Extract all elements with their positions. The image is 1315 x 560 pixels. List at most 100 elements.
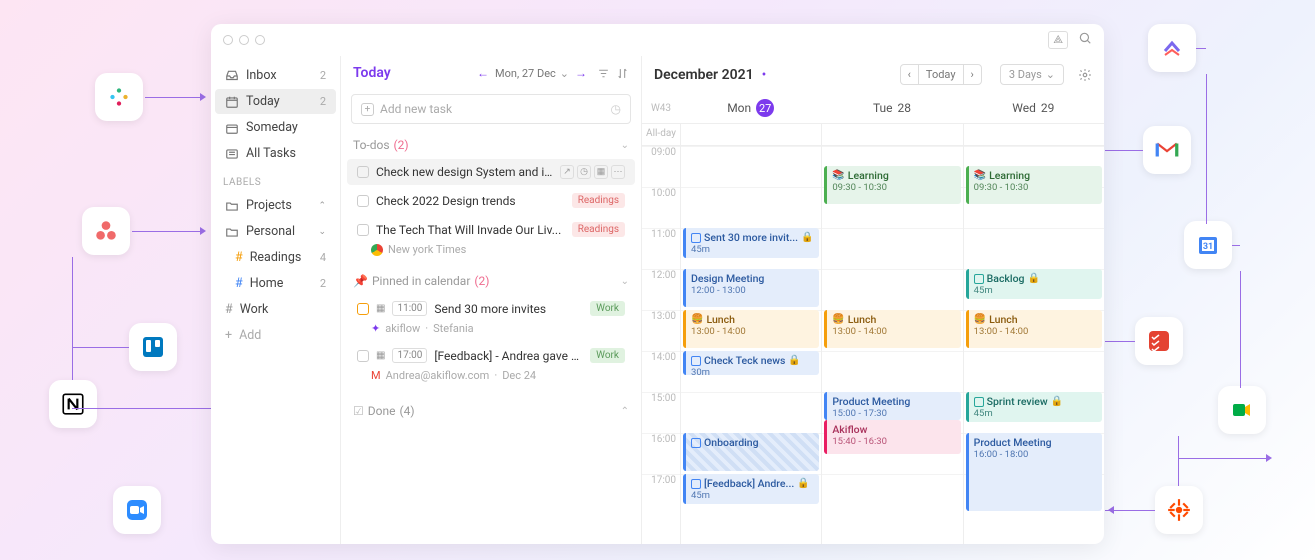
event[interactable]: Sprint review🔒 45m [966,392,1102,422]
event[interactable]: 📚Learning 09:30 - 10:30 [966,166,1102,204]
alltasks-icon [225,147,239,161]
task-row[interactable]: ▦ 17:00 [Feedback] - Andrea gave you his… [347,342,635,369]
home-label: Home [250,276,284,291]
sidebar-inbox[interactable]: Inbox 2 [215,63,336,88]
task-text: Send 30 more invites [434,302,583,316]
hour-label: 10:00 [642,187,680,228]
task-badge: Readings [572,193,625,208]
gear-icon[interactable] [1078,68,1092,82]
event[interactable]: Check Teck news🔒 30m [683,351,819,375]
sidebar-readings[interactable]: # Readings 4 [215,245,336,270]
task-row[interactable]: ▦ 11:00 Send 30 more invites Work [347,295,635,322]
day-column-mon[interactable]: Sent 30 more invit...🔒 45m Design Meetin… [680,146,821,544]
today-label: Today [246,94,280,109]
task-row[interactable]: Check 2022 Design trends Readings [347,187,635,214]
event[interactable]: Akiflow 15:40 - 16:30 [824,420,960,454]
tasks-title: Today [353,65,467,81]
prev-day[interactable]: ← [475,64,491,82]
sidebar-add[interactable]: + Add [215,323,336,348]
window-maximize[interactable] [255,35,265,45]
sidebar-today[interactable]: Today 2 [215,89,336,114]
folder-icon [225,199,239,213]
event[interactable]: Backlog🔒 45m [966,269,1102,299]
sidebar-alltasks[interactable]: All Tasks [215,141,336,166]
add-task-input[interactable]: + Add new task ◷ [351,94,631,124]
day-header[interactable]: Wed 29 [963,99,1104,117]
meet-icon [1218,386,1266,434]
task-text: [Feedback] - Andrea gave you his fee... [434,349,583,363]
plus-icon: + [225,328,232,343]
section-todos[interactable]: To-dos (2) ⌄ [341,132,641,158]
done-label: Done [368,404,396,418]
pinned-label: Pinned in calendar [372,274,470,288]
task-checkbox[interactable] [357,303,369,315]
window-minimize[interactable] [239,35,249,45]
day-header[interactable]: Mon 27 [680,99,821,117]
folder-icon [225,225,239,239]
cal-today-btn[interactable]: Today [919,64,963,85]
clock-icon[interactable]: ◷ [577,165,591,179]
event[interactable]: Design Meeting 12:00 - 13:00 [683,269,819,307]
sidebar-personal[interactable]: Personal ⌄ [215,219,336,244]
section-done[interactable]: ☑ Done (4) ⌃ [341,398,641,424]
date-dropdown-icon[interactable]: ⌄ [560,67,569,80]
task-time: 17:00 [392,348,427,363]
today-count: 2 [320,95,326,108]
week-number: W43 [642,99,680,117]
hour-label: 16:00 [642,433,680,474]
hour-label: 11:00 [642,228,680,269]
event[interactable]: 📚Learning 09:30 - 10:30 [824,166,960,204]
sort-icon[interactable] [616,67,629,80]
task-checkbox[interactable] [357,166,369,178]
slack-icon [95,73,143,121]
filter-icon[interactable] [597,67,610,80]
event[interactable]: 🍔Lunch 13:00 - 14:00 [966,310,1102,348]
hour-label: 15:00 [642,392,680,433]
sidebar-someday[interactable]: Someday [215,115,336,140]
sidebar: Inbox 2 Today 2 Someday All Tasks LABELS… [211,56,341,544]
cal-prev[interactable]: ‹ [900,64,919,85]
more-icon[interactable]: ⋯ [611,165,625,179]
add-task-placeholder: Add new task [380,102,452,116]
calendar-icon[interactable]: ▦ [594,165,608,179]
section-pinned[interactable]: 📌 Pinned in calendar (2) ⌄ [341,268,641,294]
day-column-wed[interactable]: 📚Learning 09:30 - 10:30 Backlog🔒 45m 🍔Lu… [963,146,1104,544]
hour-label: 12:00 [642,269,680,310]
lock-icon: 🔒 [801,232,813,243]
task-checkbox[interactable] [357,350,369,362]
event[interactable]: Sent 30 more invit...🔒 45m [683,228,819,258]
task-text: Check 2022 Design trends [376,194,565,208]
clickup-icon [1148,24,1196,72]
task-row[interactable]: Check new design System and improve... ↗… [347,159,635,185]
event[interactable]: Product Meeting 15:00 - 17:30 [824,392,960,420]
lock-icon: 🔒 [788,355,800,366]
event[interactable]: 🍔Lunch 13:00 - 14:00 [824,310,960,348]
day-column-tue[interactable]: 📚Learning 09:30 - 10:30 🍔Lunch 13:00 - 1… [821,146,962,544]
chevron-down-icon: ⌄ [621,276,629,287]
sidebar-home[interactable]: # Home 2 [215,271,336,296]
window-close[interactable] [223,35,233,45]
event[interactable]: 🍔Lunch 13:00 - 14:00 [683,310,819,348]
cal-next[interactable]: › [963,64,982,85]
ai-icon[interactable]: ⟁ [1048,31,1068,49]
event[interactable]: Product Meeting 16:00 - 18:00 [966,433,1102,511]
sidebar-projects[interactable]: Projects ⌃ [215,193,336,218]
sidebar-work[interactable]: # Work [215,297,336,322]
chevron-down-icon: ⌄ [318,227,326,237]
open-icon[interactable]: ↗ [560,165,574,179]
labels-header: LABELS [211,167,340,192]
calendar-icon: ▦ [376,303,385,314]
clock-icon: ◷ [611,102,621,116]
search-icon[interactable] [1078,31,1092,49]
zoom-icon [113,486,161,534]
cal-range-select[interactable]: 3 Days ⌄ [1000,64,1064,85]
lock-icon: 🔒 [1028,273,1040,284]
task-checkbox[interactable] [357,195,369,207]
task-row[interactable]: The Tech That Will Invade Our Liv... Rea… [347,216,635,243]
event[interactable]: [Feedback] Andre...🔒 45m [683,474,819,504]
task-checkbox[interactable] [357,224,369,236]
event[interactable]: Onboarding [683,433,819,471]
next-day[interactable]: → [573,64,589,82]
readings-count: 4 [320,251,326,264]
day-header[interactable]: Tue 28 [821,99,962,117]
